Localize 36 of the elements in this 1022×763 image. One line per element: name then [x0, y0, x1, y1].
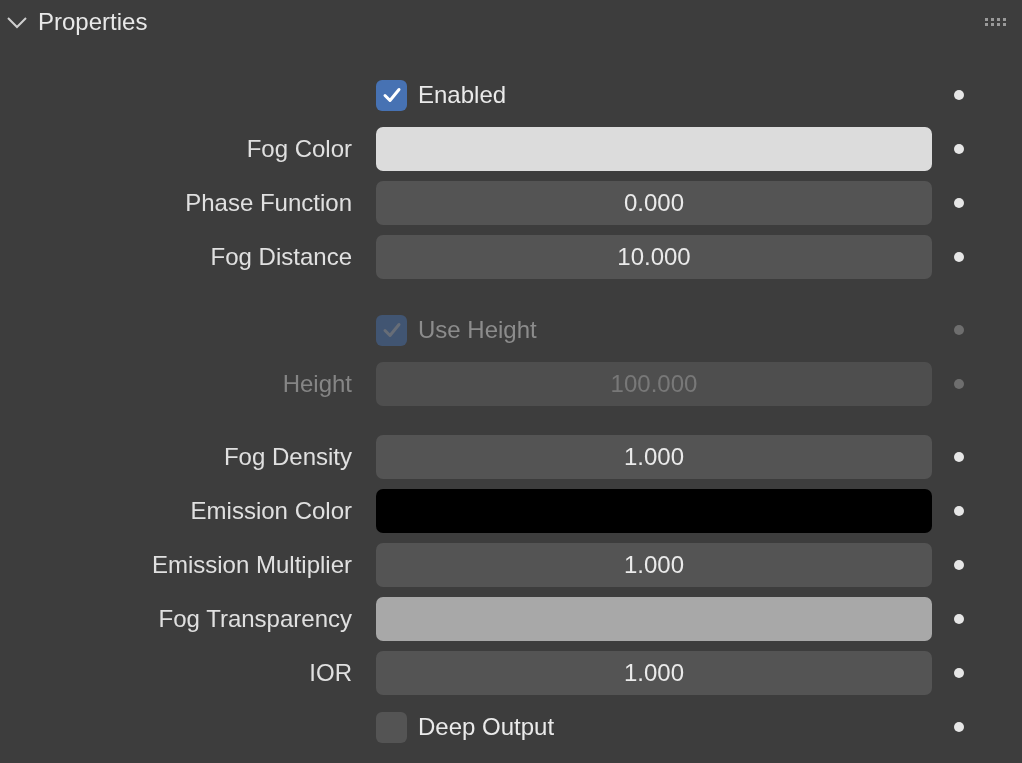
- number-field[interactable]: 0.000: [376, 181, 932, 225]
- keyframe-dot[interactable]: [954, 144, 964, 154]
- color-swatch[interactable]: [376, 489, 932, 533]
- keyframe-dot[interactable]: [954, 560, 964, 570]
- keyframe-dot[interactable]: [954, 252, 964, 262]
- field-label: Fog Density: [223, 443, 352, 471]
- checkbox-label: Enabled: [418, 81, 507, 109]
- number-field[interactable]: 1.000: [376, 543, 932, 587]
- drag-handle-icon[interactable]: [984, 17, 1008, 27]
- field-label: Height: [282, 370, 352, 398]
- number-field[interactable]: 10.000: [376, 235, 932, 279]
- keyframe-dot[interactable]: [954, 452, 964, 462]
- field-label: Fog Transparency: [158, 605, 352, 633]
- keyframe-dot[interactable]: [954, 668, 964, 678]
- field-label: IOR: [309, 659, 352, 687]
- panel-title: Properties: [38, 8, 149, 36]
- keyframe-dot[interactable]: [954, 614, 964, 624]
- keyframe-dot[interactable]: [954, 379, 964, 389]
- field-label: Fog Color: [246, 135, 352, 163]
- checkbox-label: Use Height: [418, 316, 537, 344]
- checkbox-label: Deep Output: [418, 713, 555, 741]
- color-swatch[interactable]: [376, 597, 932, 641]
- keyframe-dot[interactable]: [954, 198, 964, 208]
- keyframe-dot[interactable]: [954, 506, 964, 516]
- number-field[interactable]: 1.000: [376, 435, 932, 479]
- keyframe-dot[interactable]: [954, 90, 964, 100]
- field-label: Phase Function: [185, 189, 352, 217]
- field-label: Emission Multiplier: [151, 551, 352, 579]
- keyframe-dot[interactable]: [954, 722, 964, 732]
- chevron-icon[interactable]: [6, 15, 28, 29]
- number-field[interactable]: 1.000: [376, 651, 932, 695]
- field-label: Fog Distance: [210, 243, 352, 271]
- field-label: Emission Color: [190, 497, 352, 525]
- keyframe-dot[interactable]: [954, 325, 964, 335]
- checkbox[interactable]: [376, 79, 407, 111]
- color-swatch[interactable]: [376, 127, 932, 171]
